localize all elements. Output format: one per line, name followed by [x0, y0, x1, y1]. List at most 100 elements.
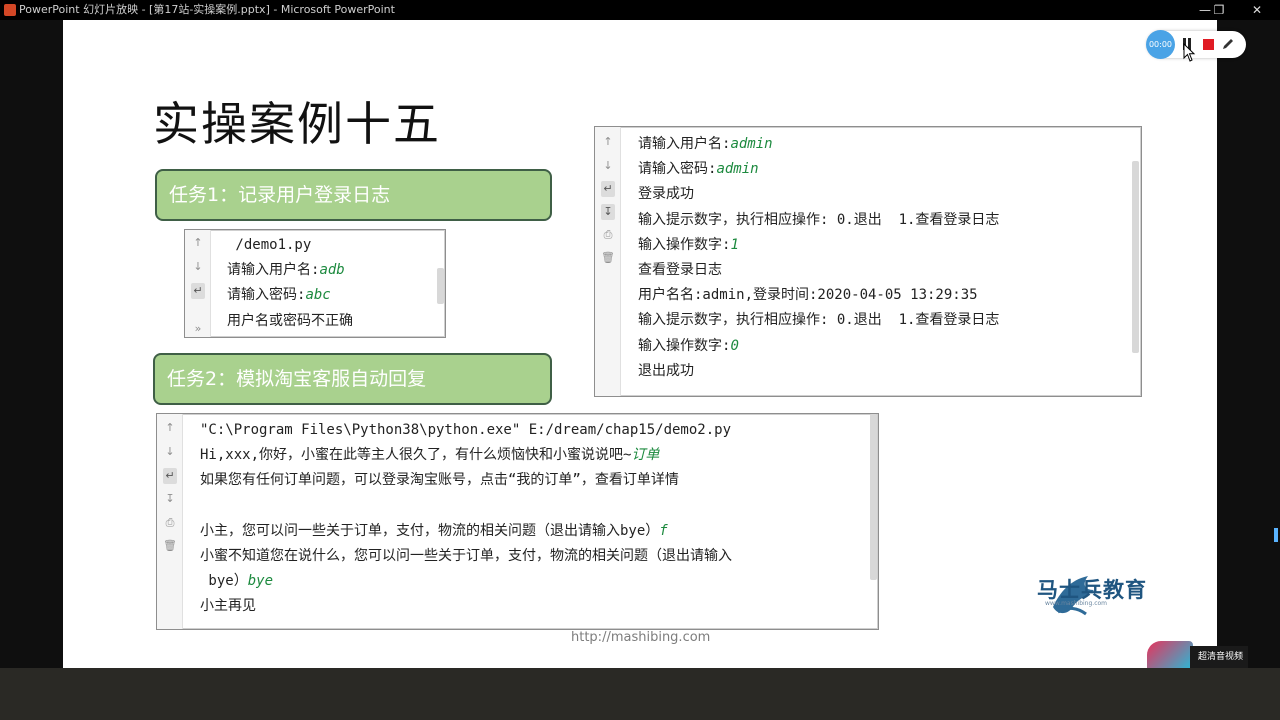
console-line: 用户名或密码不正确 [227, 309, 353, 334]
console-line: 请输入用户名:admin [638, 132, 999, 157]
footer-url: http://mashibing.com [571, 630, 711, 645]
console-demo1: ↑ ↓ ↵ » /demo1.py 请输入用户名:adb 请输入密码:abc 用户名或… [184, 229, 446, 338]
console-line: /demo1.py [227, 233, 353, 258]
console-user-input: abc [305, 287, 331, 304]
timer: 00:00 [1146, 30, 1175, 59]
console-gutter: ↑ ↓ ↵ ↧ ⎙ 🗑 [157, 414, 183, 629]
console-output-text: 输入提示数字，执行相应操作: 0.退出 1.查看登录日志 [638, 211, 1000, 228]
console-demo1-lines: /demo1.py 请输入用户名:adb 请输入密码:abc 用户名或密码不正确 [227, 233, 353, 334]
scroll-to-end-icon[interactable]: ↧ [163, 491, 177, 507]
console-output-text: 请输入用户名: [638, 136, 731, 152]
console-line: 退出成功 [638, 359, 999, 384]
console-output-text: 请输入用户名: [227, 262, 320, 279]
console-line: 小蜜不知道您在说什么，您可以问一些关于订单，支付，物流的相关问题（退出请输入 [200, 544, 732, 569]
scrollbar[interactable] [437, 268, 444, 304]
console-line: bye）bye [200, 569, 732, 594]
console-output-text: 查看登录日志 [638, 261, 722, 278]
arrow-up-icon[interactable]: ↑ [601, 134, 615, 150]
console-output-text: 登录成功 [638, 186, 694, 203]
console-line: 查看登录日志 [638, 258, 999, 283]
arrow-up-icon[interactable]: ↑ [191, 235, 205, 251]
console-user-input: 0 [730, 337, 739, 354]
slide-title: 实操案例十五 [153, 97, 441, 151]
console-user-input: bye [247, 573, 274, 590]
more-icon[interactable]: » [191, 321, 205, 337]
console-demo2: ↑ ↓ ↵ ↧ ⎙ 🗑 "C:\Program Files\Python38\p… [156, 413, 879, 630]
console-output-text: 退出成功 [638, 362, 694, 379]
console-output-text: 输入操作数字: [638, 337, 731, 354]
console-line: 登录成功 [638, 182, 999, 207]
soft-wrap-icon[interactable]: ↵ [163, 468, 177, 484]
console-user-input: 订单 [631, 447, 660, 464]
scroll-to-end-icon[interactable]: ↧ [601, 204, 615, 220]
print-icon[interactable]: ⎙ [601, 227, 615, 243]
arrow-down-icon[interactable]: ↓ [163, 444, 177, 460]
console-output-text: 用户名名:admin,登录时间:2020-04-05 13:29:35 [638, 287, 978, 304]
badge-label: 超清音视频 [1190, 646, 1248, 668]
powerpoint-icon [4, 4, 16, 16]
console-line: 如果您有任何订单问题，可以登录淘宝账号，点击“我的订单”，查看订单详情 [200, 468, 732, 493]
console-output-text: 输入操作数字: [638, 236, 731, 253]
console-line: "C:\Program Files\Python38\python.exe" E… [200, 418, 732, 443]
arrow-up-icon[interactable]: ↑ [163, 420, 177, 436]
console-output-text: "C:\Program Files\Python38\python.exe" E… [200, 422, 732, 438]
console-output-text: 小蜜不知道您在说什么，您可以问一些关于订单，支付，物流的相关问题（退出请输入 [200, 547, 732, 564]
console-login-lines: 请输入用户名:admin 请输入密码:admin 登录成功 输入提示数字，执行相应操作… [638, 132, 999, 384]
print-icon[interactable]: ⎙ [163, 515, 177, 531]
console-line: 用户名名:admin,登录时间:2020-04-05 13:29:35 [638, 283, 999, 308]
console-output-text: 如果您有任何订单问题，可以登录淘宝账号，点击“我的订单”，查看订单详情 [200, 472, 679, 489]
console-user-input: admin [716, 161, 759, 178]
console-line: 输入操作数字:0 [638, 334, 999, 359]
console-output-text: 小主再见 [200, 598, 256, 615]
console-output-text: bye） [200, 573, 248, 590]
console-user-input: f [659, 522, 668, 539]
arrow-down-icon[interactable]: ↓ [191, 259, 205, 275]
scrollbar[interactable] [1132, 161, 1139, 353]
console-login: ↑ ↓ ↵ ↧ ⎙ 🗑 请输入用户名:admin 请输入密码:admin 登录成功输… [594, 126, 1142, 397]
console-line: 小主，您可以问一些关于订单，支付，物流的相关问题（退出请输入bye）f [200, 519, 732, 544]
console-line: 请输入用户名:adb [227, 258, 353, 283]
console-line: Hi,xxx,你好，小蜜在此等主人很久了，有什么烦恼快和小蜜说说吧~订单 [200, 443, 732, 468]
side-indicator [1274, 528, 1278, 542]
console-output-text: 小主，您可以问一些关于订单，支付，物流的相关问题（退出请输入bye） [200, 522, 660, 539]
trash-icon[interactable]: 🗑 [601, 250, 615, 266]
scrollbar[interactable] [870, 414, 877, 580]
task2-box: 任务2：模拟淘宝客服自动回复 [153, 353, 552, 405]
console-line: 请输入密码:abc [227, 283, 353, 308]
window-titlebar: PowerPoint 幻灯片放映 - [第17站-实操案例.pptx] - Mi… [0, 0, 1280, 20]
console-line: 小主再见 [200, 594, 732, 619]
close-button[interactable]: ✕ [1242, 0, 1272, 20]
taskbar [0, 668, 1280, 720]
soft-wrap-icon[interactable]: ↵ [601, 181, 615, 197]
task1-label: 任务1：记录用户登录日志 [169, 184, 391, 206]
task2-label: 任务2：模拟淘宝客服自动回复 [167, 368, 427, 390]
soft-wrap-icon[interactable]: ↵ [191, 283, 205, 299]
stop-icon[interactable] [1203, 39, 1214, 50]
console-line: 输入提示数字，执行相应操作: 0.退出 1.查看登录日志 [638, 308, 999, 333]
right-letterbox [1217, 20, 1280, 668]
task1-box: 任务1：记录用户登录日志 [155, 169, 552, 221]
console-gutter: ↑ ↓ ↵ ↧ ⎙ 🗑 [595, 127, 621, 396]
console-user-input: adb [319, 262, 345, 279]
badge-logo-icon [1147, 641, 1193, 668]
console-output-text: /demo1.py [227, 237, 312, 253]
pen-icon[interactable] [1221, 37, 1235, 51]
left-letterbox [0, 20, 63, 668]
arrow-down-icon[interactable]: ↓ [601, 158, 615, 174]
console-output-text: 请输入密码: [638, 161, 717, 178]
console-output-text: 请输入密码: [227, 287, 306, 304]
console-user-input: admin [730, 136, 773, 152]
mouse-cursor-icon [1183, 43, 1196, 62]
console-gutter: ↑ ↓ ↵ » [185, 230, 211, 337]
console-user-input: 1 [730, 236, 739, 253]
trash-icon[interactable]: 🗑 [163, 538, 177, 554]
console-demo2-lines: "C:\Program Files\Python38\python.exe" E… [200, 418, 732, 620]
console-output-text: Hi,xxx,你好，小蜜在此等主人很久了，有什么烦恼快和小蜜说说吧~ [200, 447, 632, 464]
logo-url: www.mashibing.com [1045, 600, 1108, 607]
restore-button[interactable]: ❐ [1204, 0, 1234, 20]
console-output-text: 输入提示数字，执行相应操作: 0.退出 1.查看登录日志 [638, 312, 1000, 329]
console-line: 输入提示数字，执行相应操作: 0.退出 1.查看登录日志 [638, 208, 999, 233]
console-line: 请输入密码:admin [638, 157, 999, 182]
console-line: 输入操作数字:1 [638, 233, 999, 258]
